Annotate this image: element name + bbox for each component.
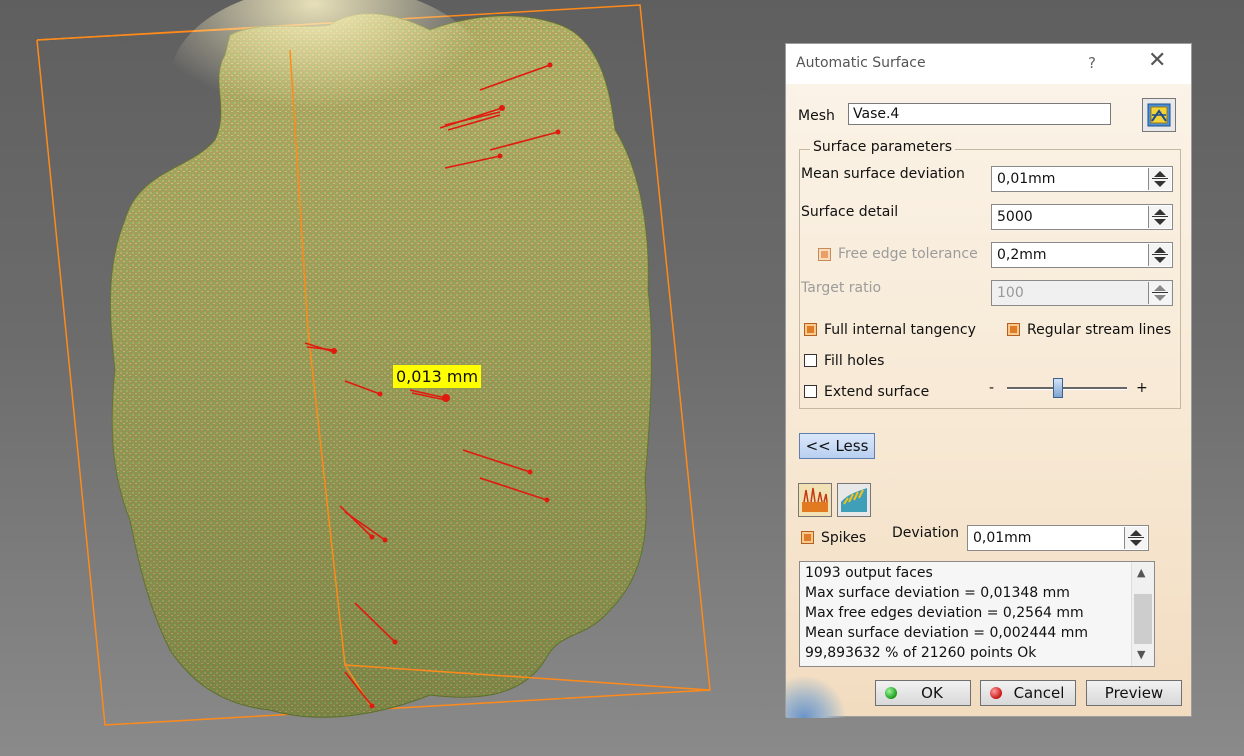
deviation-map-toggle[interactable] (837, 483, 871, 517)
output-line: Max free edges deviation = 0,2564 mm (805, 605, 1084, 621)
ok-label: OK (921, 684, 943, 702)
scroll-down-icon[interactable]: ▼ (1137, 648, 1145, 661)
output-scrollbar[interactable]: ▲ ▼ (1131, 562, 1154, 666)
dialog-title: Automatic Surface (796, 55, 926, 71)
less-button[interactable]: << Less (799, 433, 875, 459)
max-deviation-annotation: 0,013 mm (393, 365, 482, 388)
mesh-view[interactable] (0, 0, 780, 756)
target-ratio-spin-arrows (1148, 282, 1171, 304)
output-line: 99,893632 % of 21260 points Ok (805, 645, 1037, 661)
regular-stream-lines-checkbox[interactable] (1007, 323, 1020, 336)
regular-stream-lines-label: Regular stream lines (1027, 322, 1172, 338)
scroll-thumb[interactable] (1134, 594, 1152, 644)
3d-viewport[interactable]: 0,013 mm (0, 0, 780, 756)
results-output[interactable]: 1093 output faces Max surface deviation … (799, 561, 1155, 667)
deviation-value: 0,01mm (973, 530, 1032, 546)
spikes-icon (802, 487, 828, 512)
preview-button[interactable]: Preview (1086, 680, 1182, 706)
surface-detail-label: Surface detail (801, 204, 899, 220)
deviation-map-icon (841, 488, 867, 512)
free-edge-spin-arrows[interactable] (1148, 244, 1171, 266)
slider-plus: + (1136, 380, 1148, 396)
output-line: Max surface deviation = 0,01348 mm (805, 585, 1070, 601)
extend-surface-checkbox[interactable] (804, 385, 817, 398)
fill-holes-checkbox[interactable] (804, 354, 817, 367)
surface-parameters-title: Surface parameters (810, 139, 955, 155)
mean-deviation-spinner[interactable]: 0,01mm (991, 166, 1173, 192)
free-edge-tolerance-checkbox[interactable] (818, 248, 831, 261)
ok-button[interactable]: OK (875, 680, 971, 706)
decorative-globe (786, 674, 846, 718)
surface-detail-value: 5000 (997, 209, 1033, 225)
close-button[interactable]: ✕ (1148, 50, 1166, 72)
target-ratio-label: Target ratio (801, 280, 882, 296)
mesh-select-button[interactable] (1142, 98, 1176, 132)
mean-deviation-label: Mean surface deviation (801, 166, 965, 182)
spikes-checkbox[interactable] (801, 531, 814, 544)
deviation-spinner[interactable]: 0,01mm (967, 525, 1149, 551)
output-line: Mean surface deviation = 0,002444 mm (805, 625, 1089, 641)
mean-deviation-spin-arrows[interactable] (1148, 168, 1171, 190)
ok-icon (885, 687, 897, 699)
mean-deviation-value: 0,01mm (997, 171, 1056, 187)
mesh-input[interactable]: Vase.4 (848, 103, 1111, 125)
extend-slider-thumb[interactable] (1053, 378, 1063, 398)
free-edge-tolerance-spinner[interactable]: 0,2mm (991, 242, 1173, 268)
extend-slider-track[interactable] (1007, 387, 1127, 390)
target-ratio-spinner: 100 (991, 280, 1173, 306)
slider-minus: - (989, 380, 995, 396)
cancel-icon (990, 687, 1002, 699)
cancel-button[interactable]: Cancel (980, 680, 1076, 706)
surface-detail-spin-arrows[interactable] (1148, 206, 1171, 228)
mesh-select-icon (1147, 103, 1171, 127)
free-edge-tolerance-value: 0,2mm (997, 247, 1047, 263)
spikes-display-toggle[interactable] (798, 483, 832, 517)
deviation-label: Deviation (892, 525, 959, 541)
target-ratio-value: 100 (997, 285, 1024, 301)
dialog-titlebar[interactable]: Automatic Surface ? ✕ (786, 44, 1191, 84)
cancel-label: Cancel (1013, 684, 1065, 702)
full-internal-tangency-label: Full internal tangency (824, 322, 976, 338)
fill-holes-label: Fill holes (824, 353, 885, 369)
full-internal-tangency-checkbox[interactable] (804, 323, 817, 336)
deviation-spin-arrows[interactable] (1124, 527, 1147, 549)
mesh-label: Mesh (798, 108, 835, 124)
extend-surface-label: Extend surface (824, 384, 930, 400)
help-button[interactable]: ? (1088, 54, 1096, 72)
scroll-up-icon[interactable]: ▲ (1137, 566, 1145, 579)
free-edge-tolerance-label: Free edge tolerance (838, 246, 978, 262)
spikes-label: Spikes (821, 530, 867, 546)
output-line: 1093 output faces (805, 565, 933, 581)
surface-detail-spinner[interactable]: 5000 (991, 204, 1173, 230)
automatic-surface-dialog: Automatic Surface ? ✕ Mesh Vase.4 Surfac… (785, 43, 1192, 718)
